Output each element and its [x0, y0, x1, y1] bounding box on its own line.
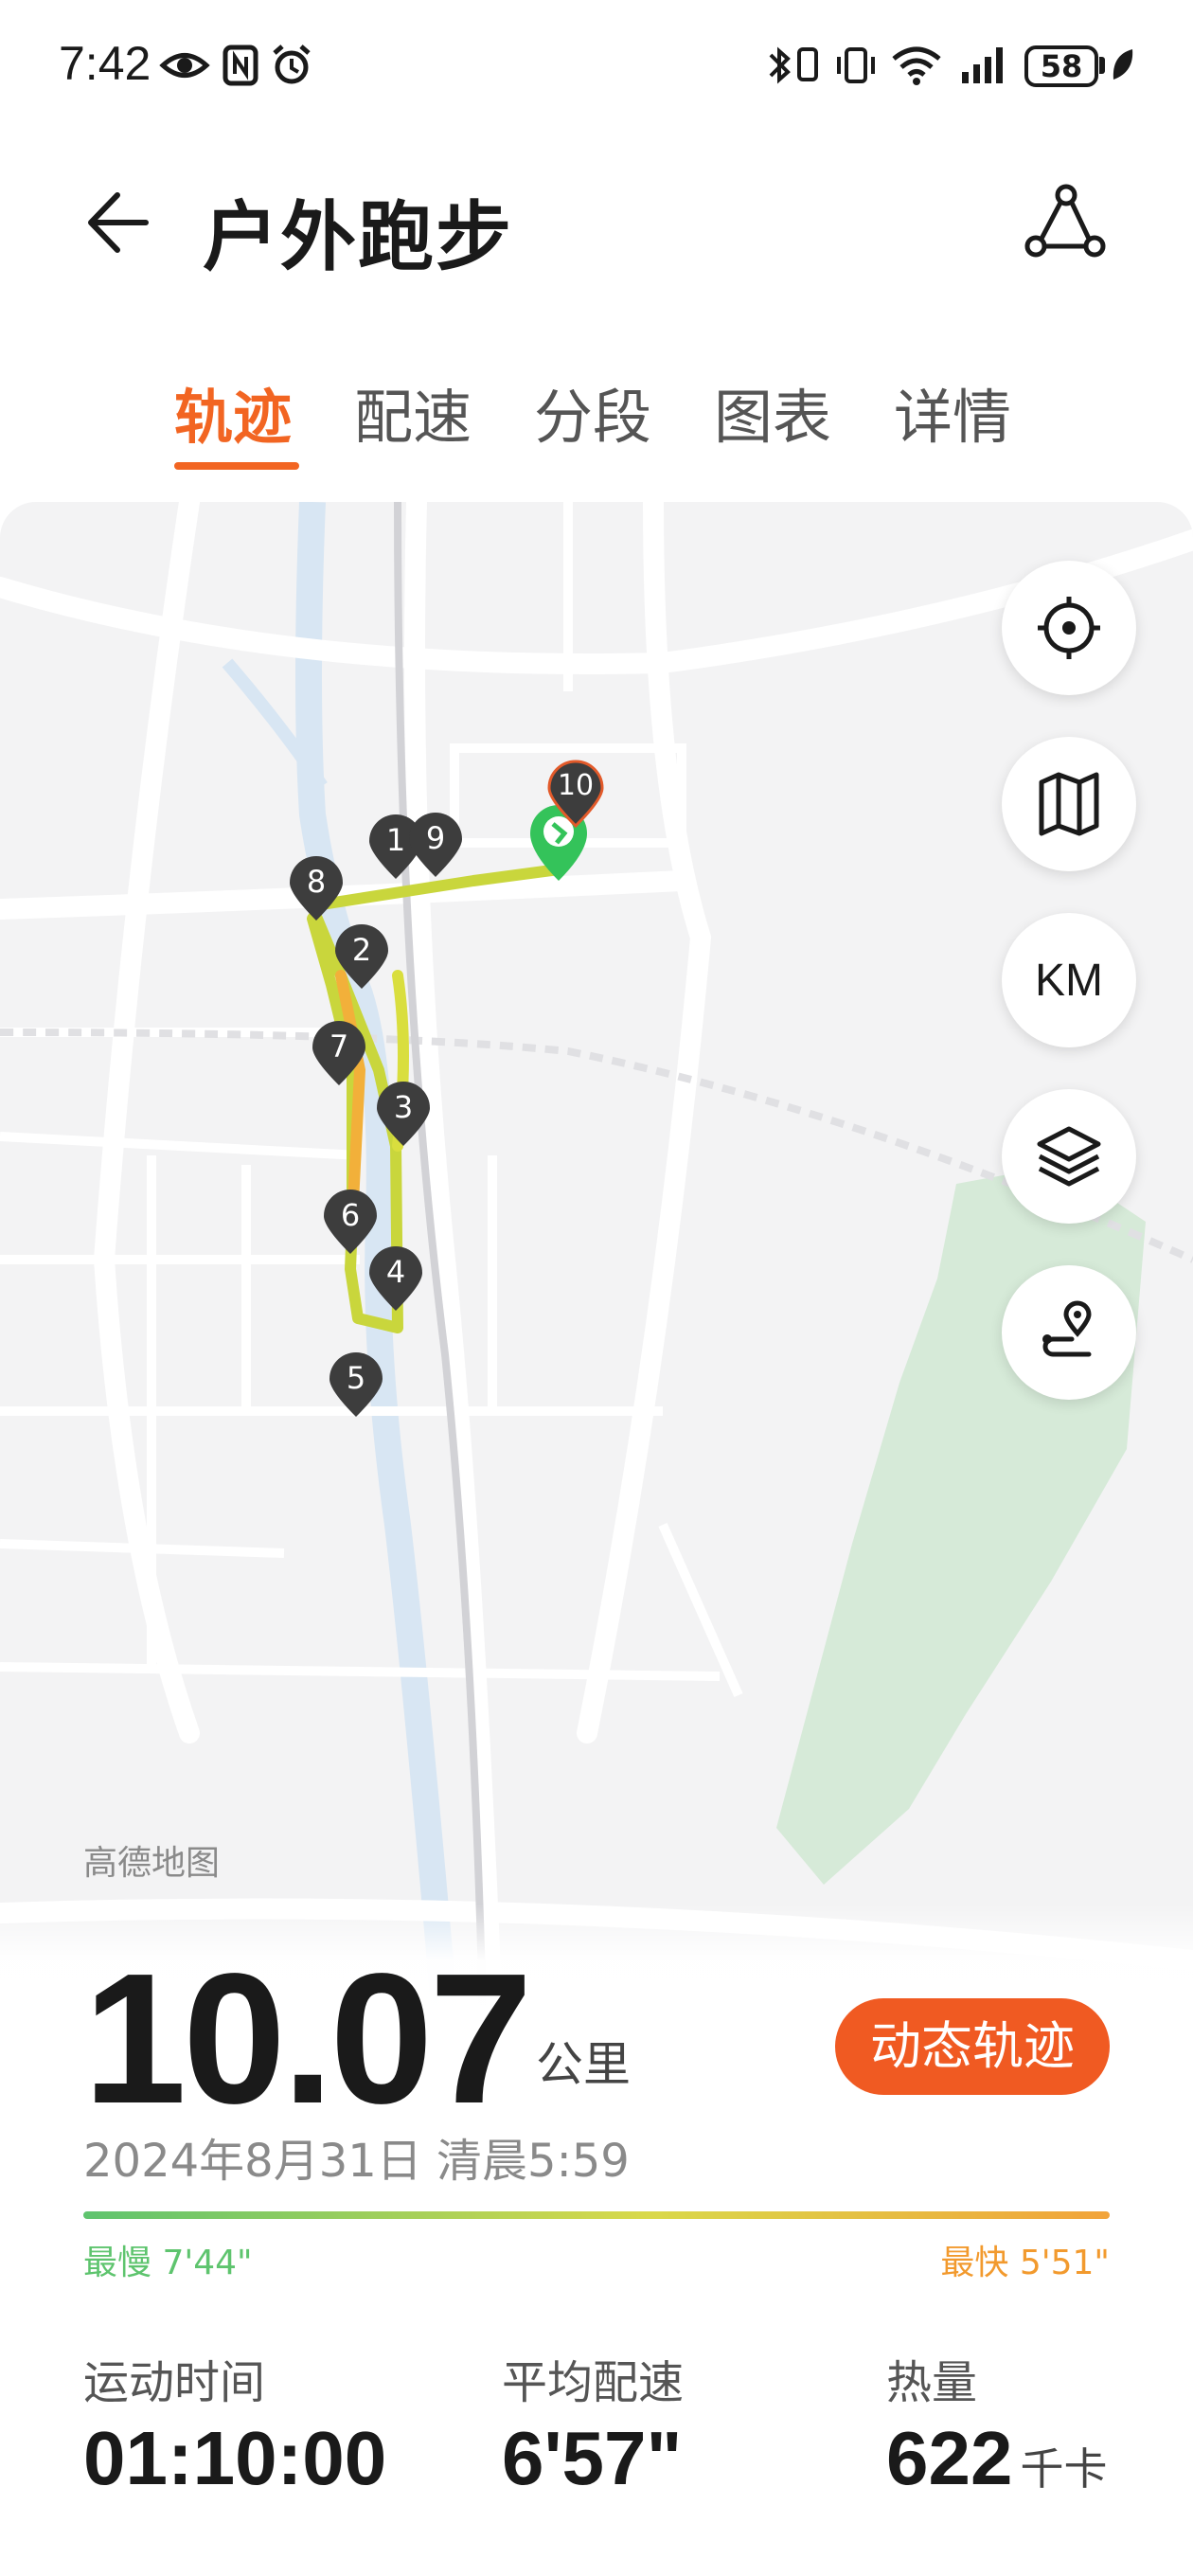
km-marker-label: 6	[340, 1197, 361, 1233]
km-marker-label: 8	[306, 864, 327, 900]
avg-pace-number: 6'57"	[502, 2416, 683, 2500]
map-attribution: 高德地图	[83, 1844, 221, 1883]
tab-track[interactable]: 轨迹	[174, 369, 292, 455]
bluetooth-icon	[769, 46, 791, 84]
locate-button[interactable]	[1002, 561, 1136, 695]
km-marker-label: 9	[425, 820, 446, 856]
calories-number: 622	[886, 2416, 1013, 2500]
app-header: 户外跑步	[0, 142, 1193, 303]
workout-summary: 10.07 公里 动态轨迹 2024年8月31日 清晨5:59 最慢 7'44"…	[0, 1904, 1193, 2576]
nfc-icon	[223, 45, 258, 86]
phone-icon	[797, 47, 818, 81]
duration-value: 01:10:00	[83, 2415, 386, 2502]
status-bar: 7:42 58	[0, 0, 1193, 142]
battery-indicator: 58	[1024, 45, 1098, 87]
vibrate-icon	[837, 47, 875, 83]
back-arrow-icon[interactable]	[80, 180, 165, 265]
layers-icon	[1037, 1126, 1101, 1187]
duration-number: 01:10:00	[83, 2416, 387, 2500]
status-time: 7:42	[59, 37, 151, 90]
locate-icon	[1038, 597, 1100, 659]
workout-datetime: 2024年8月31日 清晨5:59	[83, 2135, 630, 2188]
share-route-icon[interactable]	[1023, 180, 1108, 265]
page-title: 户外跑步	[203, 193, 513, 281]
route-button[interactable]	[1002, 1265, 1136, 1400]
km-marker-label: 3	[393, 1089, 414, 1125]
battery-tip	[1099, 57, 1105, 74]
eye-icon	[159, 53, 210, 78]
tab-charts[interactable]: 图表	[714, 369, 831, 455]
calories-unit: 千卡	[1020, 2443, 1108, 2495]
leaf-icon	[1113, 49, 1133, 80]
map-canvas	[0, 502, 1193, 2017]
avg-pace-label: 平均配速	[502, 2356, 685, 2409]
km-marker-label: 5	[346, 1360, 366, 1396]
active-tab-indicator	[174, 462, 299, 470]
route-pin-icon	[1042, 1300, 1092, 1357]
layers-button[interactable]	[1002, 1089, 1136, 1224]
distance-unit: 公里	[536, 2037, 631, 2092]
tab-details[interactable]: 详情	[894, 369, 1011, 455]
tab-splits[interactable]: 分段	[534, 369, 651, 455]
distance-value: 10.07	[83, 1935, 532, 2142]
wifi-icon	[892, 46, 941, 85]
workout-detail-screen: 7:42 58 户外跑步 轨迹 配速 分段 图表 详情 10 1 9 8 2 7…	[0, 0, 1193, 2576]
calories-label: 热量	[886, 2356, 978, 2409]
fastest-pace: 最快 5'51"	[940, 2244, 1110, 2282]
signal-icon	[962, 47, 1003, 83]
duration-label: 运动时间	[83, 2356, 266, 2409]
alarm-icon	[273, 45, 311, 84]
unit-toggle-button[interactable]: KM	[1002, 913, 1136, 1047]
slowest-pace: 最慢 7'44"	[83, 2244, 253, 2282]
map-icon	[1039, 772, 1099, 836]
km-marker-label: 10	[557, 769, 595, 802]
km-marker-label: 2	[351, 932, 372, 968]
unit-label: KM	[1035, 955, 1103, 1006]
map-type-button[interactable]	[1002, 737, 1136, 871]
avg-pace-value: 6'57"	[502, 2415, 682, 2502]
km-marker-label: 7	[329, 1029, 349, 1064]
tab-pace[interactable]: 配速	[354, 369, 472, 455]
tab-bar: 轨迹 配速 分段 图表 详情	[0, 360, 1193, 483]
pace-gradient-bar	[83, 2211, 1110, 2219]
calories-value: 622 千卡	[886, 2415, 1107, 2502]
km-marker-label: 4	[385, 1254, 406, 1290]
dynamic-track-button[interactable]: 动态轨迹	[835, 1998, 1110, 2095]
route-map[interactable]: 10 1 9 8 2 7 3 6 4 5 KM 高德地图	[0, 502, 1193, 2017]
